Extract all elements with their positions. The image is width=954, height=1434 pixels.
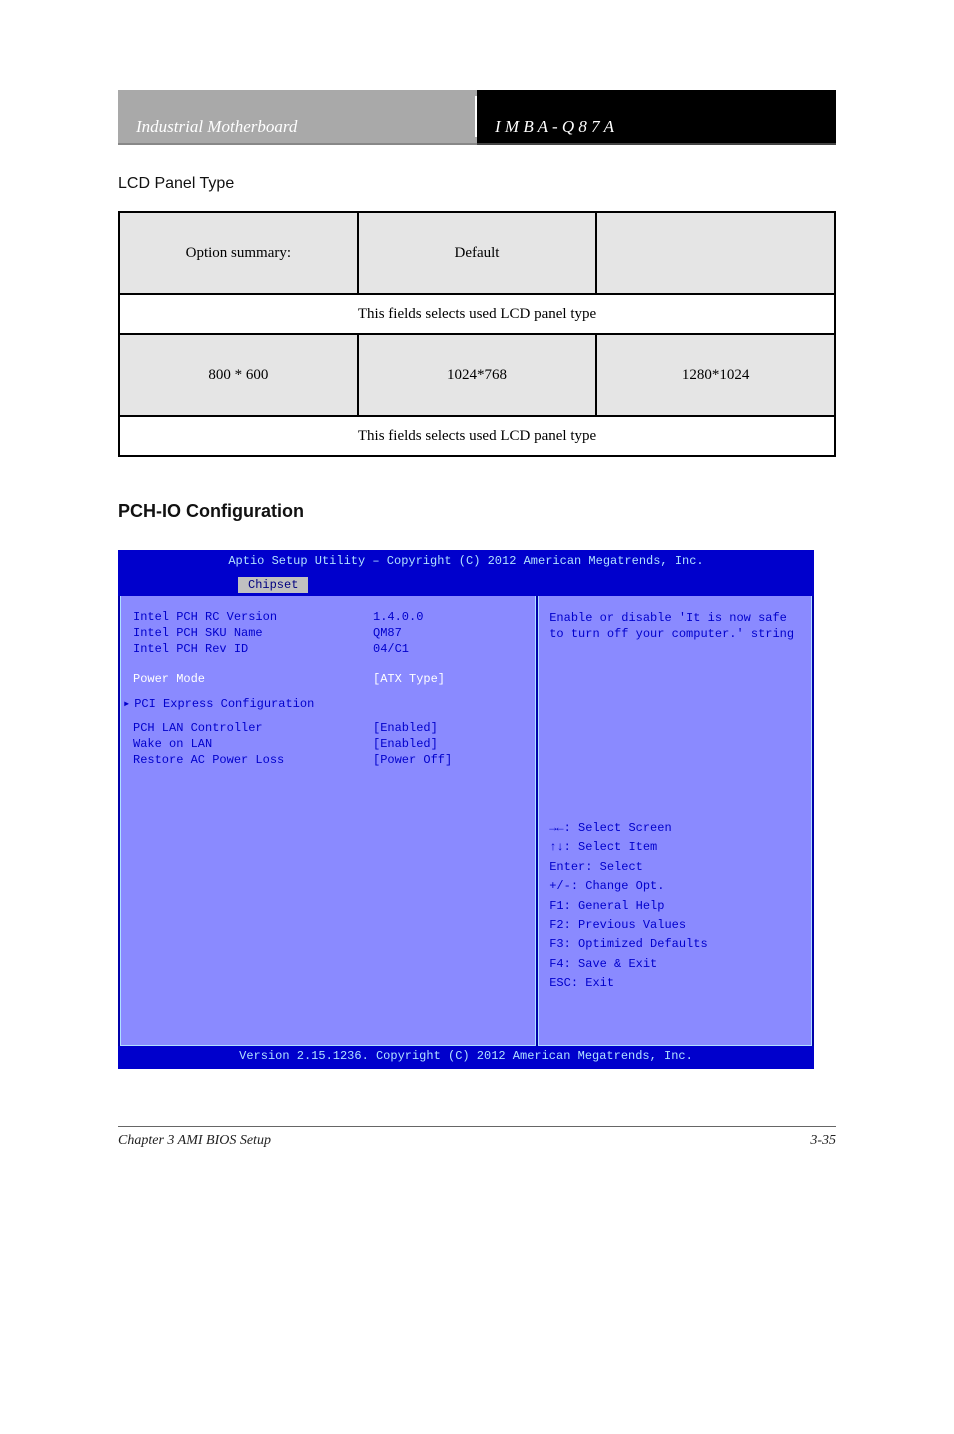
footer-page-number: 3-35: [477, 1133, 836, 1149]
bios-help-line: F3: Optimized Defaults: [549, 936, 801, 953]
table-cell: This fields selects used LCD panel type: [119, 416, 835, 456]
lcd-panel-type-heading: LCD Panel Type: [118, 175, 836, 193]
option-summary-table: Option summary: Default This fields sele…: [118, 211, 836, 457]
bios-help-line: +/-: Change Opt.: [549, 878, 801, 895]
page-footer: Chapter 3 AMI BIOS Setup 3-35: [118, 1126, 836, 1149]
bios-tab-chipset[interactable]: Chipset: [238, 577, 308, 593]
bios-value: [Power Off]: [373, 753, 452, 767]
bios-footer-bar: Version 2.15.1236. Copyright (C) 2012 Am…: [118, 1046, 814, 1069]
submenu-arrow-icon: ▸: [123, 697, 130, 711]
bios-label: Intel PCH Rev ID: [133, 642, 373, 656]
bios-label: Wake on LAN: [133, 737, 373, 751]
bios-key-legend: →←: Select Screen ↑↓: Select Item Enter:…: [549, 820, 801, 993]
bios-submenu-label: PCI Express Configuration: [134, 697, 314, 711]
bios-help-text: Enable or disable 'It is now safe to tur…: [549, 610, 801, 820]
main-content: LCD Panel Type Option summary: Default T…: [118, 175, 836, 1068]
bios-left-panel: Intel PCH RC Version 1.4.0.0 Intel PCH S…: [120, 596, 536, 1046]
bios-help-line: →←: Select Screen: [549, 820, 801, 837]
bios-info-row: Intel PCH RC Version 1.4.0.0: [133, 610, 523, 624]
bios-value: [Enabled]: [373, 737, 438, 751]
bios-section: PCH-IO Configuration Aptio Setup Utility…: [118, 501, 836, 1068]
footer-chapter: Chapter 3 AMI BIOS Setup: [118, 1133, 477, 1149]
table-desc-row: This fields selects used LCD panel type: [119, 294, 835, 334]
bios-label: Restore AC Power Loss: [133, 753, 373, 767]
bios-help-line: ↑↓: Select Item: [549, 839, 801, 856]
bios-value: [ATX Type]: [373, 672, 445, 686]
table-cell: [596, 212, 835, 294]
bios-section-heading: PCH-IO Configuration: [118, 501, 836, 522]
bios-info-row: Intel PCH SKU Name QM87: [133, 626, 523, 640]
bios-title-bar: Aptio Setup Utility – Copyright (C) 2012…: [118, 550, 814, 574]
table-cell: This fields selects used LCD panel type: [119, 294, 835, 334]
header-right-title: I M B A - Q 8 7 A: [477, 90, 836, 145]
bios-help-line: F2: Previous Values: [549, 917, 801, 934]
table-desc-row-2: This fields selects used LCD panel type: [119, 416, 835, 456]
bios-right-panel: Enable or disable 'It is now safe to tur…: [538, 596, 812, 1046]
bios-setting-row[interactable]: Restore AC Power Loss [Power Off]: [133, 753, 523, 767]
bios-value: 04/C1: [373, 642, 409, 656]
bios-tab-row: Chipset: [118, 574, 814, 596]
table-cell: 1280*1024: [596, 334, 835, 416]
bios-info-row: Intel PCH Rev ID 04/C1: [133, 642, 523, 656]
bios-power-mode-row[interactable]: Power Mode [ATX Type]: [133, 672, 523, 686]
bios-setting-row[interactable]: Wake on LAN [Enabled]: [133, 737, 523, 751]
bios-value: QM87: [373, 626, 402, 640]
bios-help-line: ESC: Exit: [549, 975, 801, 992]
page-header: Industrial Motherboard I M B A - Q 8 7 A: [118, 90, 836, 145]
bios-value: 1.4.0.0: [373, 610, 423, 624]
bios-label: Power Mode: [133, 672, 373, 686]
table-cell: Option summary:: [119, 212, 358, 294]
bios-label: Intel PCH RC Version: [133, 610, 373, 624]
table-cell: Default: [358, 212, 597, 294]
table-cell: 800 * 600: [119, 334, 358, 416]
bios-help-line: F4: Save & Exit: [549, 956, 801, 973]
bios-help-line: Enter: Select: [549, 859, 801, 876]
bios-label: PCH LAN Controller: [133, 721, 373, 735]
table-cell: 1024*768: [358, 334, 597, 416]
header-left-title: Industrial Motherboard: [118, 90, 477, 145]
bios-screenshot: Aptio Setup Utility – Copyright (C) 2012…: [118, 550, 814, 1068]
bios-value: [Enabled]: [373, 721, 438, 735]
table-header-row: Option summary: Default: [119, 212, 835, 294]
bios-body: Intel PCH RC Version 1.4.0.0 Intel PCH S…: [118, 596, 814, 1046]
bios-help-line: F1: General Help: [549, 898, 801, 915]
table-options-row: 800 * 600 1024*768 1280*1024: [119, 334, 835, 416]
bios-pci-express-submenu[interactable]: ▸PCI Express Configuration: [133, 696, 523, 711]
bios-label: Intel PCH SKU Name: [133, 626, 373, 640]
bios-setting-row[interactable]: PCH LAN Controller [Enabled]: [133, 721, 523, 735]
